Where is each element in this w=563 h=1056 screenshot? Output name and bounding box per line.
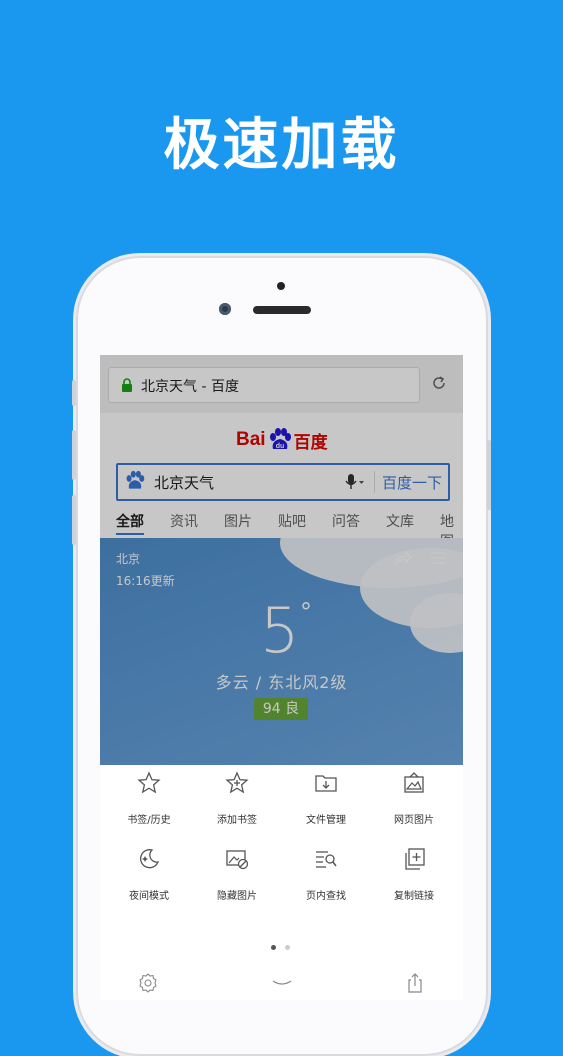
phone-speaker [253, 306, 311, 314]
menu-copy-link[interactable]: 复制链接 [369, 847, 459, 909]
page-dot-active[interactable] [271, 945, 276, 950]
menu-hide-images[interactable]: 隐藏图片 [192, 847, 282, 909]
settings-icon[interactable] [138, 973, 158, 993]
find-in-page-icon [316, 851, 337, 868]
menu-label: 文件管理 [306, 815, 346, 826]
page-dot[interactable] [285, 945, 290, 950]
copy-link-icon [405, 848, 425, 870]
menu-label: 添加书签 [217, 815, 257, 826]
menu-bookmarks-history[interactable]: 书签/历史 [104, 771, 194, 833]
menu-file-manager[interactable]: 文件管理 [281, 771, 371, 833]
page-indicator [271, 945, 293, 951]
menu-page-images[interactable]: 网页图片 [369, 771, 459, 833]
browser-menu-panel: 书签/历史 添加书签 文件管理 网页图片 夜间模式 隐藏图片 页内查找 复制链接 [100, 765, 463, 1000]
phone-volume-up [72, 430, 76, 480]
star-icon [137, 771, 161, 794]
image-frame-icon [404, 772, 424, 793]
phone-sensor [277, 282, 285, 290]
menu-find-in-page[interactable]: 页内查找 [281, 847, 371, 909]
folder-download-icon [315, 775, 337, 792]
phone-volume-down [72, 495, 76, 545]
phone-camera [219, 303, 231, 315]
menu-label: 页内查找 [306, 891, 346, 902]
dim-overlay[interactable] [100, 355, 463, 765]
moon-icon [140, 849, 160, 869]
star-plus-icon [225, 771, 249, 794]
hide-image-icon [226, 850, 249, 870]
headline: 极速加载 [163, 113, 400, 178]
phone-power-button [487, 440, 491, 510]
menu-add-bookmark[interactable]: 添加书签 [192, 771, 282, 833]
phone-side-button [72, 380, 76, 406]
menu-label: 复制链接 [394, 891, 434, 902]
collapse-chevron-icon[interactable] [272, 973, 292, 993]
phone-screen: 北京天气 - 百度 Bai du 百度 北京天气 百度一下 全部 资讯 图片 贴… [100, 355, 463, 1000]
webpage: 北京天气 - 百度 Bai du 百度 北京天气 百度一下 全部 资讯 图片 贴… [100, 355, 463, 765]
menu-label: 网页图片 [394, 815, 434, 826]
menu-night-mode[interactable]: 夜间模式 [104, 847, 194, 909]
menu-bottom-bar [100, 965, 463, 1000]
menu-label: 隐藏图片 [217, 891, 257, 902]
menu-label: 夜间模式 [129, 891, 169, 902]
menu-label: 书签/历史 [127, 815, 171, 826]
share-icon[interactable] [405, 973, 425, 993]
